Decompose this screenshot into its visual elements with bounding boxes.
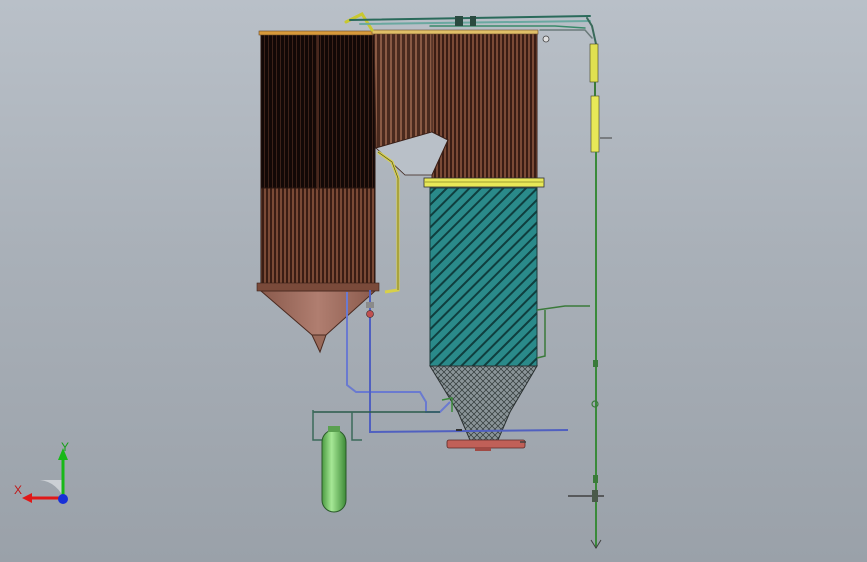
coordinate-triad: Y X [14,440,69,504]
left-tube-bank[interactable] [256,30,380,292]
cad-viewport[interactable] [0,0,867,562]
furnace-hopper[interactable] [429,365,538,441]
furnace-water-wall[interactable] [429,187,538,367]
crossover-tube-section[interactable] [371,29,539,181]
z-axis-dot [58,494,68,504]
furnace-base[interactable] [446,439,526,451]
x-arrowhead [22,493,32,503]
downcomer-pipe[interactable] [568,43,612,549]
riser-pipe[interactable] [377,150,400,294]
x-axis-label: X [14,483,22,497]
left-hopper[interactable] [259,290,377,354]
furnace-header[interactable] [423,177,545,188]
y-axis-label: Y [61,440,69,454]
storage-tank[interactable] [321,426,347,513]
